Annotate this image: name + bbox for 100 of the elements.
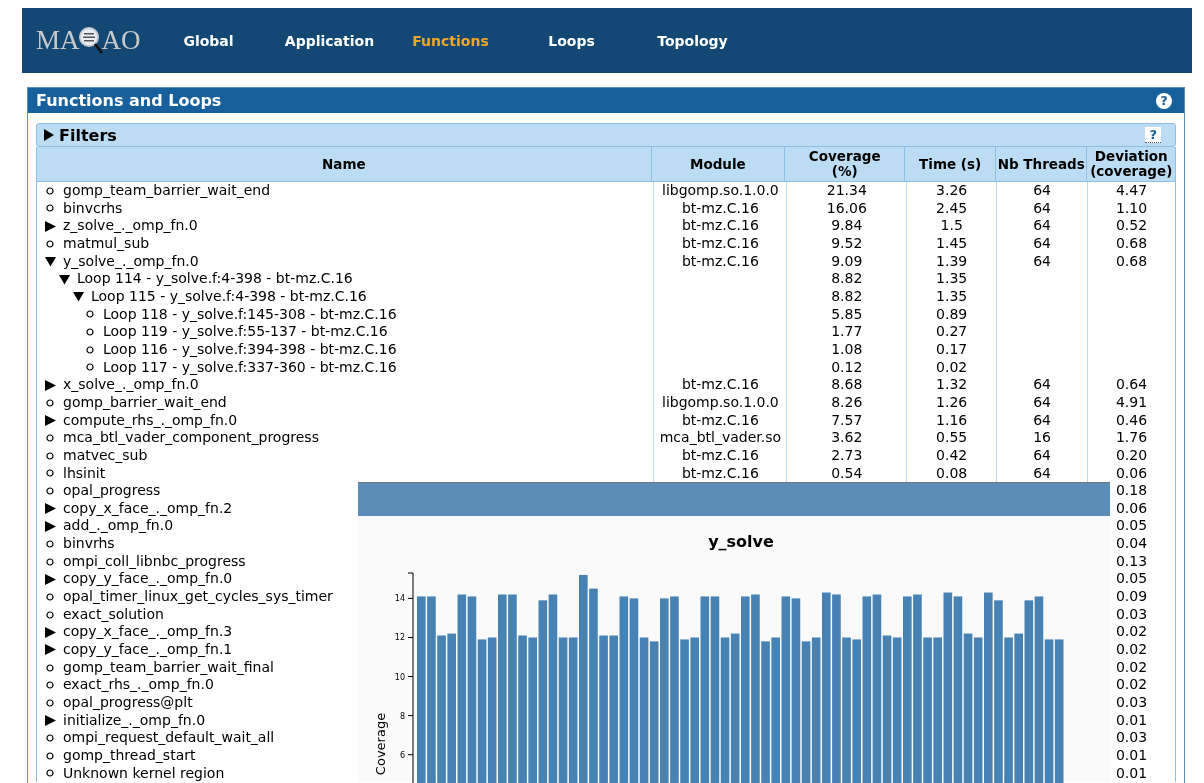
- column-header[interactable]: Deviation (coverage): [1086, 147, 1175, 181]
- bullet-icon: [46, 398, 54, 407]
- function-name[interactable]: Loop 116 - y_solve.f:394-398 - bt-mz.C.16: [103, 340, 397, 359]
- table-cell: 0.52: [1115, 217, 1148, 234]
- panel-title: Functions and Loops: [36, 91, 222, 110]
- caret-right-icon[interactable]: [45, 503, 56, 515]
- function-name[interactable]: y_solve_._omp_fn.0: [63, 252, 199, 271]
- bullet-icon: [46, 469, 54, 478]
- function-name[interactable]: z_solve_._omp_fn.0: [63, 217, 198, 235]
- bullet-icon: [46, 751, 54, 760]
- function-name[interactable]: matmul_sub: [63, 234, 150, 253]
- table-cell: 0.09: [1115, 588, 1148, 605]
- function-name[interactable]: Loop 118 - y_solve.f:145-308 - bt-mz.C.16: [103, 305, 397, 324]
- function-name[interactable]: copy_x_face_._omp_fn.3: [63, 623, 233, 642]
- function-name[interactable]: add_._omp_fn.0: [63, 517, 174, 536]
- table-cell: 64: [1033, 376, 1052, 393]
- table-cell: bt-mz.C.16: [681, 376, 759, 393]
- tick-label: 12: [394, 633, 405, 643]
- caret-down-icon[interactable]: [59, 273, 70, 285]
- nav-tab[interactable]: Topology: [632, 32, 753, 49]
- table-cell: 64: [1033, 234, 1052, 251]
- table-cell: 0.06: [1115, 464, 1148, 481]
- table-cell: 64: [1033, 252, 1052, 269]
- table-cell: 5.85: [831, 305, 863, 322]
- caret-down-icon[interactable]: [73, 291, 84, 303]
- function-name[interactable]: Loop 115 - y_solve.f:4-398 - bt-mz.C.16: [91, 287, 367, 306]
- caret-right-icon[interactable]: [45, 220, 56, 232]
- function-name[interactable]: Loop 117 - y_solve.f:337-360 - bt-mz.C.16: [103, 358, 397, 377]
- function-name[interactable]: opal_progress: [63, 482, 161, 500]
- nav-tab[interactable]: Functions: [390, 32, 511, 49]
- table-cell: 0.12: [831, 358, 863, 375]
- table-cell: 1.16: [936, 411, 968, 428]
- function-name[interactable]: ompi_coll_libnbc_progress: [63, 552, 246, 571]
- function-name[interactable]: binvrhs: [63, 535, 115, 553]
- filters-bar[interactable]: Filters ?: [36, 123, 1176, 147]
- help-button[interactable]: ?: [1156, 92, 1172, 109]
- caret-right-icon[interactable]: [45, 379, 56, 391]
- function-name[interactable]: copy_x_face_._omp_fn.2: [63, 499, 233, 518]
- table-cell: 16.06: [826, 199, 867, 216]
- caret-right-icon[interactable]: [45, 715, 56, 726]
- tick-label: 6: [399, 750, 405, 760]
- function-name[interactable]: initialize_._omp_fn.0: [63, 711, 206, 730]
- function-name[interactable]: opal_progress@plt: [63, 694, 193, 712]
- function-name[interactable]: Loop 119 - y_solve.f:55-137 - bt-mz.C.16: [103, 323, 388, 341]
- nav-tab[interactable]: Loops: [511, 32, 632, 49]
- nav-tab[interactable]: Global: [148, 32, 269, 49]
- function-name[interactable]: matvec_sub: [63, 446, 148, 465]
- table-cell: 1.10: [1115, 199, 1148, 216]
- column-header[interactable]: Module: [650, 147, 785, 181]
- function-name[interactable]: gomp_barrier_wait_end: [63, 393, 227, 412]
- function-name[interactable]: copy_y_face_._omp_fn.0: [63, 570, 233, 589]
- help-button[interactable]: ?: [1145, 127, 1161, 143]
- function-name[interactable]: gomp_team_barrier_wait_end: [63, 182, 271, 200]
- table-cell: 0.55: [936, 429, 968, 446]
- function-name[interactable]: gomp_team_barrier_wait_final: [63, 658, 274, 677]
- column-header[interactable]: Nb Threads: [994, 147, 1087, 181]
- function-name[interactable]: opal_timer_linux_get_cycles_sys_timer: [63, 588, 333, 606]
- table-cell: 0.42: [936, 446, 968, 463]
- function-name[interactable]: x_solve_._omp_fn.0: [63, 376, 199, 394]
- caret-right-icon[interactable]: [45, 414, 56, 426]
- table-cell: 1.77: [831, 323, 863, 340]
- table-cell: 8.82: [831, 270, 863, 287]
- table-cell: 0.03: [1115, 694, 1148, 711]
- nav-tab[interactable]: Application: [269, 32, 390, 49]
- function-name[interactable]: Unknown kernel region: [63, 764, 225, 783]
- function-name[interactable]: exact_rhs_._omp_fn.0: [63, 676, 214, 695]
- function-name[interactable]: gomp_thread_start: [63, 747, 196, 765]
- table-cell: 0.01: [1115, 747, 1148, 763]
- column-header[interactable]: Coverage (%): [784, 147, 905, 181]
- table-cell: 0.01: [1115, 711, 1148, 728]
- table-cell: 0.03: [1115, 729, 1148, 746]
- table-cell: bt-mz.C.16: [681, 234, 759, 251]
- function-name[interactable]: Loop 114 - y_solve.f:4-398 - bt-mz.C.16: [77, 270, 353, 288]
- function-name[interactable]: exact_solution: [63, 605, 164, 624]
- table-cell: 0.13: [1115, 552, 1148, 569]
- function-name[interactable]: mca_btl_vader_component_progress: [63, 429, 319, 447]
- function-name[interactable]: lhsinit: [63, 464, 106, 483]
- caret-right-icon[interactable]: [45, 644, 56, 656]
- function-name[interactable]: ompi_request_default_wait_all: [63, 729, 275, 747]
- table-cell: 0.68: [1115, 234, 1148, 251]
- table-cell: 1.39: [936, 252, 968, 269]
- bullet-icon: [46, 592, 54, 601]
- table-cell: 0.54: [831, 464, 863, 481]
- function-name[interactable]: copy_y_face_._omp_fn.1: [63, 641, 233, 659]
- table-cell: 0.20: [1115, 446, 1148, 463]
- caret-right-icon[interactable]: [45, 520, 56, 532]
- column-header[interactable]: Time (s): [904, 147, 995, 181]
- column-header[interactable]: Name: [37, 147, 651, 181]
- table-cell: 9.84: [831, 217, 863, 234]
- bullet-icon: [46, 698, 54, 707]
- caret-right-icon[interactable]: [45, 573, 56, 585]
- function-name[interactable]: compute_rhs_._omp_fn.0: [63, 411, 238, 430]
- bullet-icon: [46, 451, 54, 460]
- caret-down-icon[interactable]: [45, 255, 56, 267]
- table-cell: 9.09: [831, 252, 863, 269]
- bullet-icon: [86, 328, 94, 337]
- function-name[interactable]: binvcrhs: [63, 199, 123, 218]
- table-cell: 21.34: [826, 182, 867, 198]
- chart-title: y_solve: [708, 532, 774, 551]
- caret-right-icon[interactable]: [45, 626, 56, 638]
